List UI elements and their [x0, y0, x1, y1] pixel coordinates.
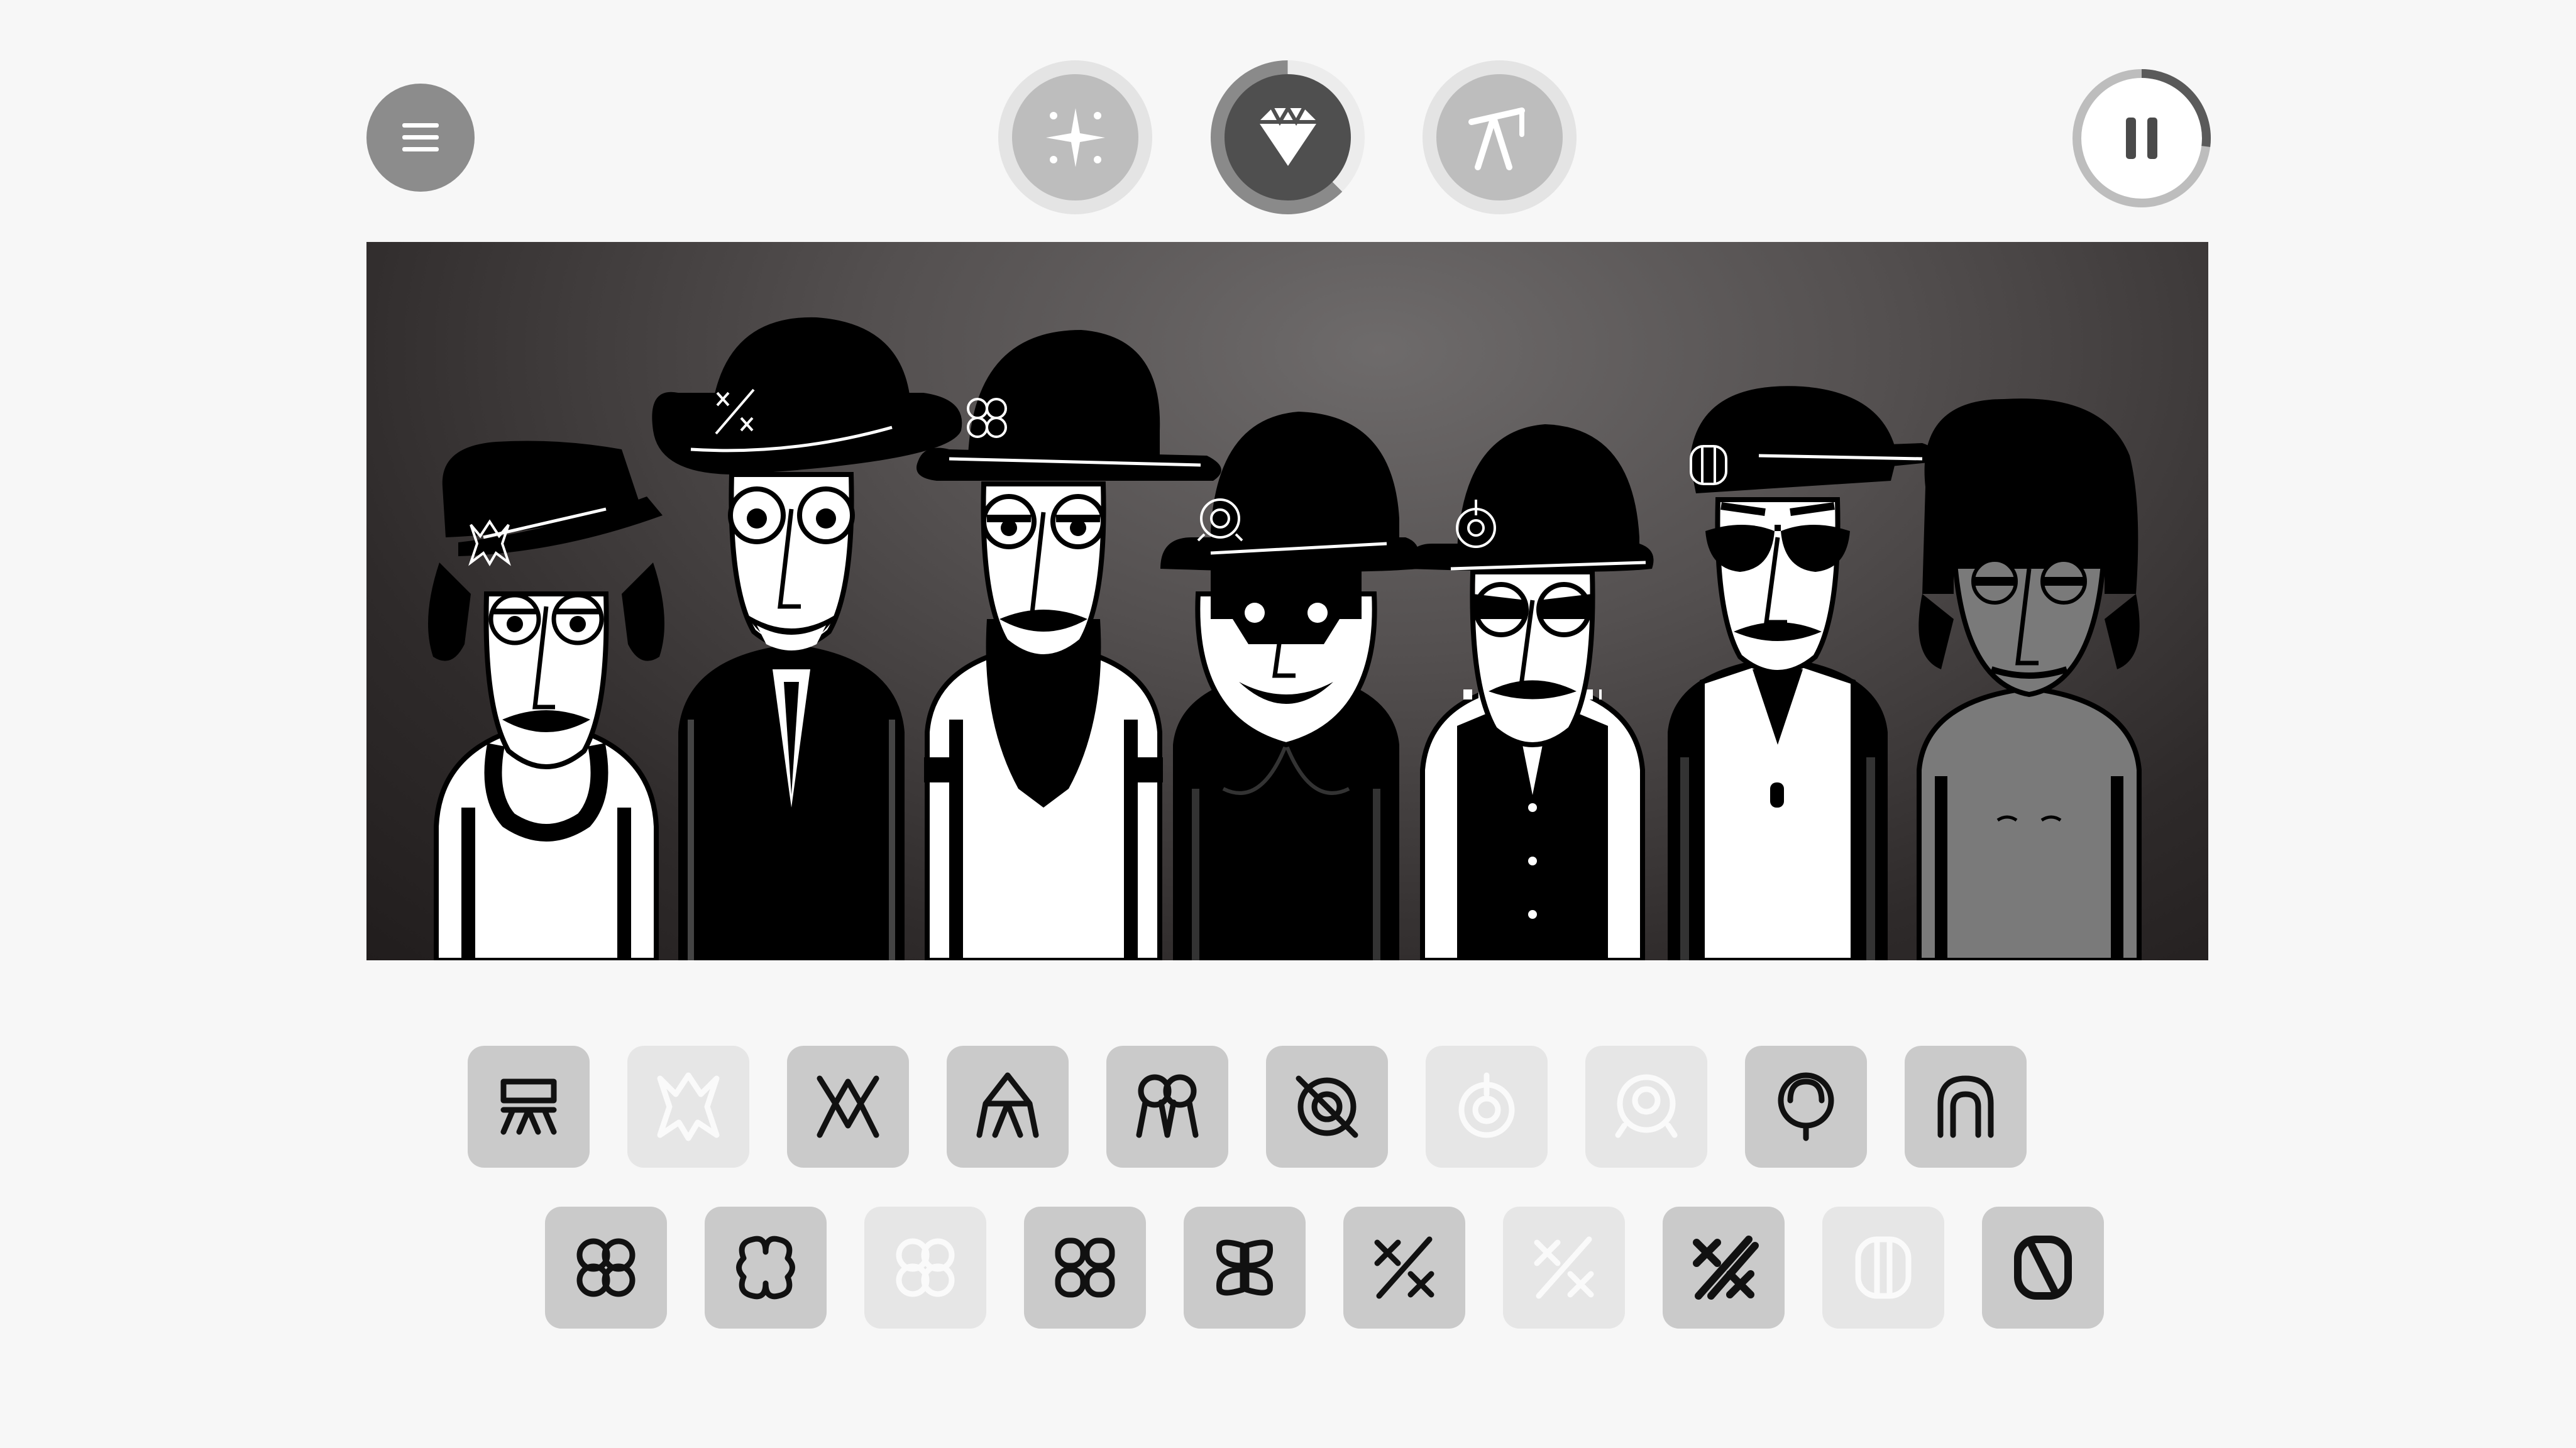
- menu-button[interactable]: [366, 84, 475, 192]
- sound-icon-button[interactable]: [468, 1046, 590, 1168]
- sound-icon-button[interactable]: [1663, 1207, 1785, 1329]
- mode-dark-button[interactable]: [1211, 60, 1365, 214]
- melody-clover-alt-icon: [736, 1236, 795, 1300]
- effect-target-icon: [1615, 1074, 1678, 1138]
- hamburger-menu-icon: [402, 123, 439, 151]
- character-7: [1917, 398, 2142, 960]
- beat-burst-icon: [657, 1072, 720, 1141]
- sound-icon-button[interactable]: [545, 1207, 667, 1329]
- diamond-icon: [1258, 104, 1318, 166]
- sound-icon-button[interactable]: [1024, 1207, 1146, 1329]
- melody-leaf-icon: [1216, 1239, 1274, 1296]
- sound-icon-button[interactable]: [1106, 1046, 1228, 1168]
- crane-icon: [1468, 107, 1525, 170]
- effect-power-icon: [1458, 1072, 1515, 1138]
- effect-bulb-icon: [1778, 1072, 1834, 1141]
- voice-percent-icon: [1374, 1236, 1434, 1299]
- character-1: [428, 441, 664, 960]
- progress-ring: [2072, 69, 2211, 207]
- sound-icon-button[interactable]: [787, 1046, 909, 1168]
- pause-button[interactable]: [2071, 67, 2213, 209]
- sound-icon-button[interactable]: [1266, 1046, 1388, 1168]
- character-lineup: [428, 317, 2142, 960]
- beat-loops-icon: [1136, 1074, 1199, 1138]
- sound-icon-button[interactable]: [864, 1207, 986, 1329]
- melody-quad-icon: [1055, 1237, 1115, 1298]
- melody-clover-icon: [576, 1238, 636, 1297]
- character-4: [1160, 412, 1420, 960]
- character-6: [1668, 386, 1937, 960]
- effect-arch-icon: [1937, 1075, 1994, 1138]
- sparkle-icon: [1045, 107, 1105, 167]
- mode-normal-button[interactable]: [998, 60, 1152, 214]
- melody-clover-faded-icon: [896, 1238, 955, 1297]
- character-5: [1407, 424, 1654, 960]
- sound-icon-button[interactable]: [947, 1046, 1069, 1168]
- voice-percent-faded-icon: [1534, 1236, 1594, 1299]
- sound-icon-button[interactable]: [1426, 1046, 1548, 1168]
- voice-pill-icon: [1855, 1236, 1912, 1299]
- sound-icon-button[interactable]: [1982, 1207, 2104, 1329]
- sound-icon-button[interactable]: [1585, 1046, 1707, 1168]
- sound-icons-row-1: [468, 1046, 2027, 1168]
- sound-icon-button[interactable]: [1822, 1207, 1944, 1329]
- voice-pill-bold-icon: [2014, 1236, 2072, 1300]
- character-2: [652, 317, 962, 960]
- sound-icon-button[interactable]: [627, 1046, 749, 1168]
- beat-table-icon: [500, 1078, 557, 1135]
- character-stage: [366, 242, 2208, 960]
- sound-icon-button[interactable]: [1503, 1207, 1625, 1329]
- sound-icon-button[interactable]: [1905, 1046, 2027, 1168]
- effect-slashed-ring-icon: [1296, 1075, 1358, 1138]
- sound-icon-button[interactable]: [1184, 1207, 1306, 1329]
- voice-percent-bold-icon: [1693, 1236, 1759, 1300]
- beat-crown-icon: [817, 1075, 879, 1138]
- sound-icon-button[interactable]: [1343, 1207, 1465, 1329]
- beat-peak-icon: [976, 1072, 1039, 1138]
- sound-icon-button[interactable]: [1745, 1046, 1867, 1168]
- mode-bonus-button[interactable]: [1423, 60, 1577, 214]
- sound-icon-button[interactable]: [705, 1207, 827, 1329]
- sound-icons-row-2: [545, 1207, 2104, 1329]
